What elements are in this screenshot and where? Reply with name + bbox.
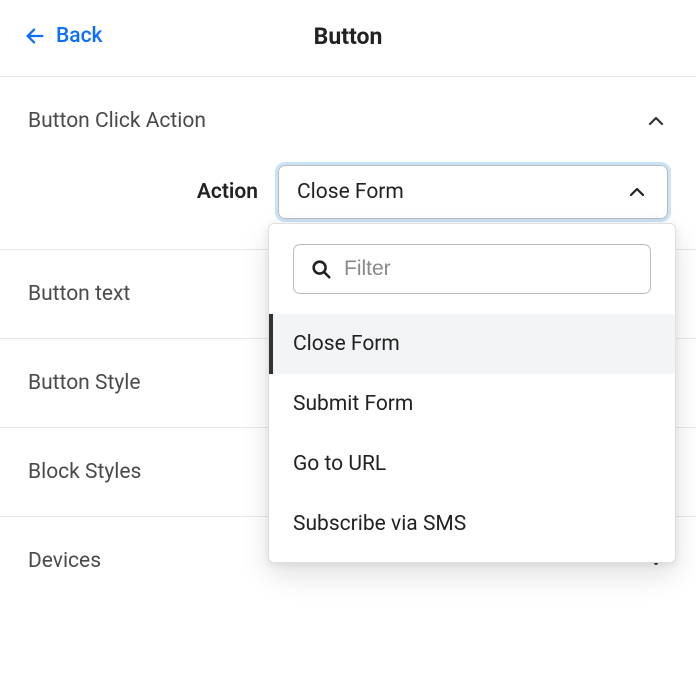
chevron-up-icon [644, 109, 668, 133]
dropdown-search[interactable] [293, 244, 651, 294]
section-title: Devices [28, 549, 101, 573]
dropdown-option-close-form[interactable]: Close Form [269, 314, 675, 374]
search-icon [310, 258, 332, 280]
chevron-up-icon [625, 180, 649, 204]
action-select[interactable]: Close Form [278, 165, 668, 219]
action-label: Action [28, 180, 258, 204]
select-value: Close Form [297, 180, 404, 204]
section-title: Block Styles [28, 460, 141, 484]
section-click-action: Button Click Action Action Close Form [0, 77, 696, 249]
section-title: Button text [28, 282, 130, 306]
action-dropdown: Close Form Submit Form Go to URL Subscri… [268, 223, 676, 563]
dropdown-option-submit-form[interactable]: Submit Form [269, 374, 675, 434]
back-label: Back [56, 24, 103, 48]
header: Back Button [0, 0, 696, 76]
action-row: Action Close Form [0, 165, 696, 249]
dropdown-search-wrap [269, 224, 675, 314]
dropdown-option-go-to-url[interactable]: Go to URL [269, 434, 675, 494]
page-title: Button [314, 23, 383, 50]
section-header-click-action[interactable]: Button Click Action [0, 77, 696, 165]
dropdown-option-subscribe-sms[interactable]: Subscribe via SMS [269, 494, 675, 554]
back-button[interactable]: Back [24, 24, 103, 48]
section-title: Button Click Action [28, 109, 206, 133]
section-title: Button Style [28, 371, 141, 395]
arrow-left-icon [24, 25, 46, 47]
filter-input[interactable] [344, 257, 634, 281]
